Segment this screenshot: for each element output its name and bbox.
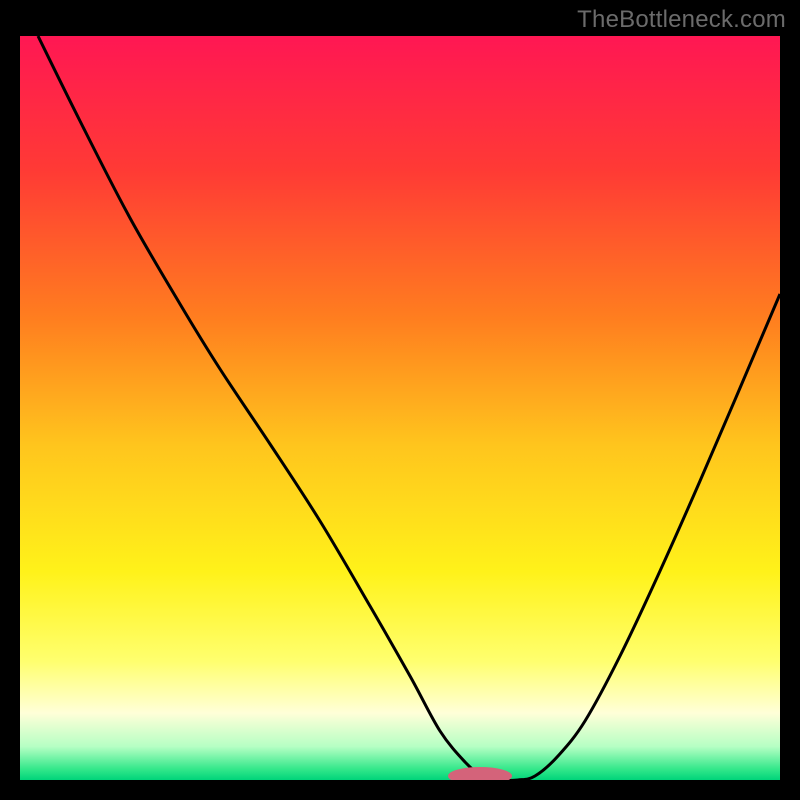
gradient-background: [20, 36, 780, 780]
watermark-text: TheBottleneck.com: [577, 6, 786, 34]
figure-frame: TheBottleneck.com: [0, 0, 800, 800]
bottleneck-chart: [20, 36, 780, 780]
plot-area: [20, 36, 780, 780]
